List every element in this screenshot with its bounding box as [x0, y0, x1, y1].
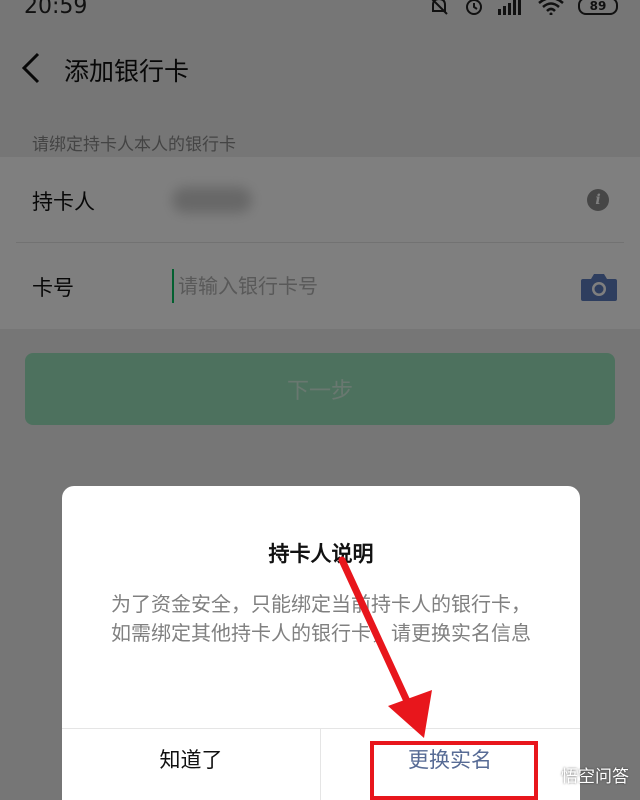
got-it-button[interactable]: 知道了 [62, 729, 320, 789]
watermark-text: 悟空问答 [561, 767, 629, 787]
watermark: 悟空问答 [536, 762, 629, 787]
chat-bubble-icon [538, 764, 556, 785]
annotation-highlight-box [370, 741, 538, 800]
dialog-message: 为了资金安全，只能绑定当前持卡人的银行卡，如需绑定其他持卡人的银行卡，请更换实名… [111, 592, 531, 645]
dialog-title: 持卡人说明 [268, 542, 374, 566]
